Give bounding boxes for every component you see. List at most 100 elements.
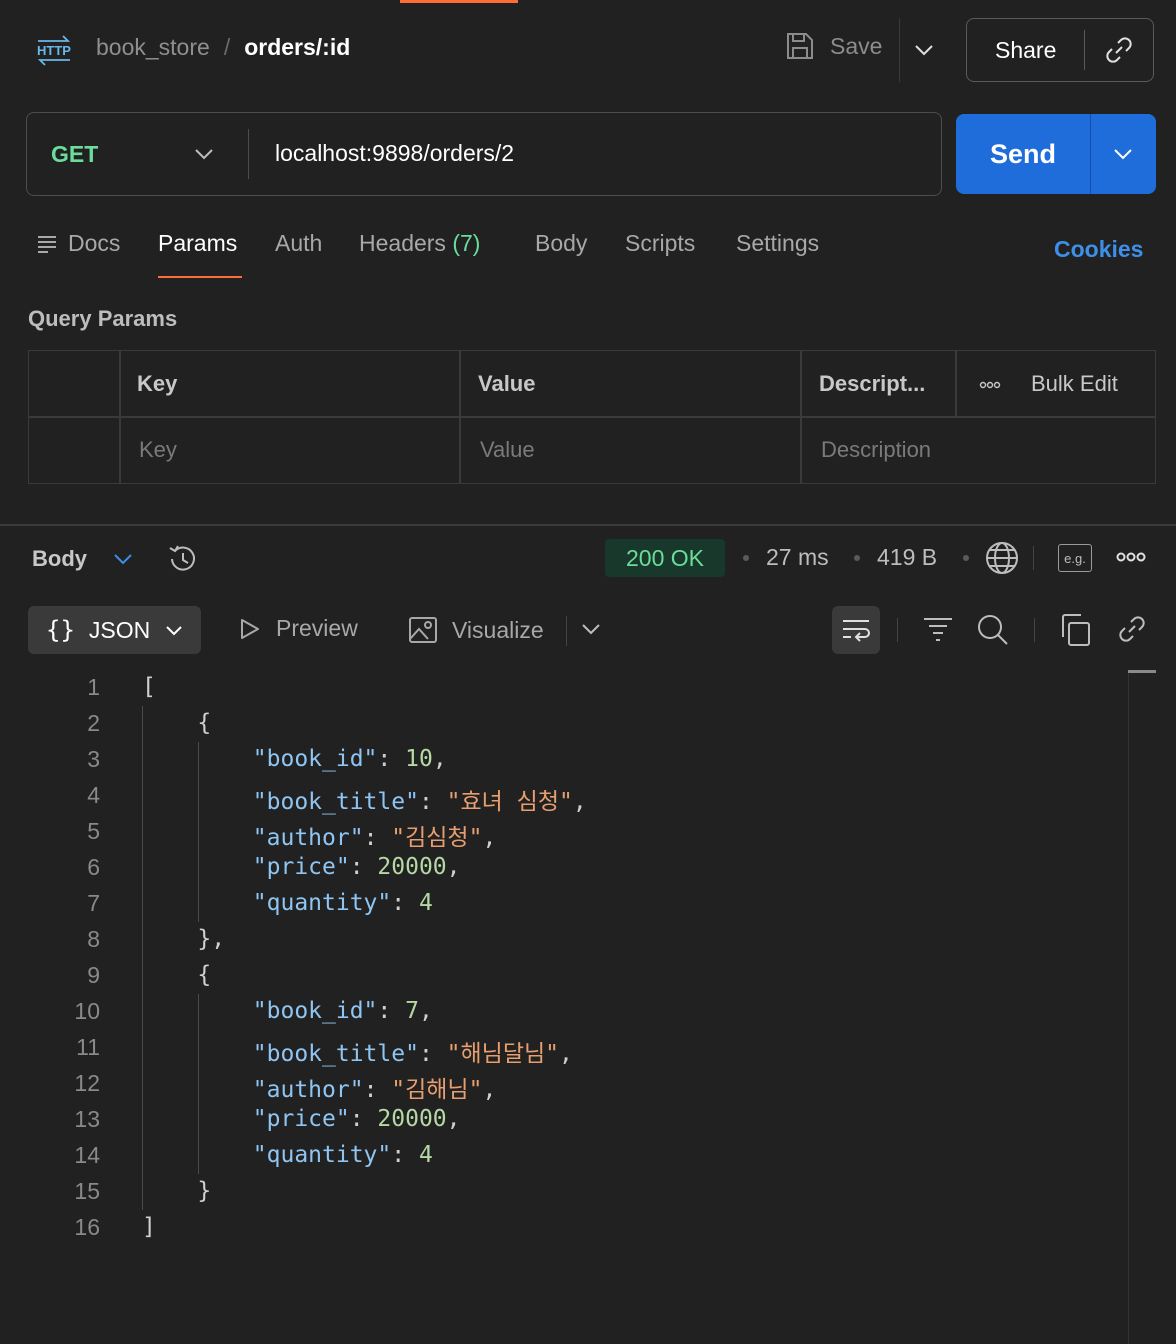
headers-count-badge: (7): [452, 230, 481, 256]
line-number: 13: [74, 1106, 100, 1132]
bulk-edit-button[interactable]: Bulk Edit: [1031, 371, 1118, 397]
chevron-down-icon[interactable]: [912, 38, 936, 62]
chevron-down-icon[interactable]: [193, 143, 215, 165]
method-select[interactable]: GET: [51, 141, 98, 168]
code-line: 7 "quantity": 4: [0, 886, 1100, 922]
filter-icon[interactable]: [922, 613, 954, 645]
line-number: 4: [87, 782, 100, 808]
code-text: "book_id": 10,: [252, 746, 447, 772]
breadcrumb: book_store / orders/:id: [96, 34, 350, 61]
link-icon[interactable]: [1116, 613, 1148, 645]
tab-docs[interactable]: Docs: [36, 230, 120, 257]
globe-icon[interactable]: [984, 540, 1020, 576]
search-icon[interactable]: [976, 613, 1010, 647]
code-text: },: [142, 926, 226, 952]
breadcrumb-separator: /: [223, 34, 231, 60]
share-button[interactable]: Share: [966, 18, 1154, 82]
response-body-label[interactable]: Body: [32, 546, 87, 572]
save-divider: [899, 18, 900, 82]
code-line: 11 "book_title": "해님달님",: [0, 1030, 1100, 1067]
tab-auth[interactable]: Auth: [275, 230, 322, 257]
code-line: 10 "book_id": 7,: [0, 994, 1100, 1030]
response-time[interactable]: 27 ms: [766, 544, 829, 571]
query-params-title: Query Params: [28, 306, 178, 331]
breadcrumb-request[interactable]: orders/:id: [244, 34, 350, 61]
line-number: 10: [74, 998, 100, 1024]
copy-icon[interactable]: [1060, 613, 1092, 647]
code-text: "book_title": "효녀 심청",: [252, 789, 587, 815]
tab-params[interactable]: Params: [158, 230, 237, 257]
toolbar-divider: [1033, 546, 1034, 570]
code-line: 15 }: [0, 1174, 1100, 1210]
copy-link-button[interactable]: [1085, 34, 1153, 66]
save-icon: [787, 33, 813, 59]
param-description-input[interactable]: Description: [821, 437, 931, 463]
play-icon: [241, 618, 259, 639]
table-divider: [955, 351, 957, 416]
code-line: 4 "book_title": "효녀 심청",: [0, 778, 1100, 815]
response-divider: [0, 524, 1176, 526]
table-divider: [459, 351, 461, 483]
code-line: 13 "price": 20000,: [0, 1102, 1100, 1138]
format-label: JSON: [88, 616, 151, 643]
code-text: {: [142, 962, 212, 988]
query-params-table: Key Value Descript... Bulk Edit Key Valu…: [28, 350, 1156, 484]
visualize-button[interactable]: Visualize: [408, 615, 544, 645]
request-url-bar: GET localhost:9898/orders/2: [26, 112, 942, 196]
url-input[interactable]: localhost:9898/orders/2: [275, 140, 514, 167]
chevron-down-icon[interactable]: [112, 548, 134, 570]
code-text: "quantity": 4: [252, 890, 433, 916]
column-header-key: Key: [137, 371, 178, 396]
tab-settings[interactable]: Settings: [736, 230, 819, 257]
code-text: "book_id": 7,: [252, 998, 433, 1024]
preview-label: Preview: [276, 615, 358, 641]
send-options-button[interactable]: [1091, 143, 1155, 165]
preview-button[interactable]: Preview: [236, 615, 358, 642]
table-divider: [119, 351, 121, 483]
save-button[interactable]: Save: [784, 30, 882, 62]
code-line: 9 {: [0, 958, 1100, 994]
scrollbar-track[interactable]: [1128, 672, 1129, 1344]
toolbar-divider: [1034, 618, 1035, 642]
tab-headers[interactable]: Headers (7): [359, 230, 480, 257]
code-line: 2 {: [0, 706, 1100, 742]
more-icon[interactable]: [1116, 550, 1146, 564]
response-size[interactable]: 419 B: [877, 544, 937, 571]
table-divider: [29, 416, 1155, 418]
status-badge[interactable]: 200 OK: [605, 539, 725, 577]
breadcrumb-collection[interactable]: book_store: [96, 34, 210, 61]
chevron-down-icon[interactable]: [580, 618, 602, 640]
method-divider: [248, 129, 249, 179]
image-icon: [409, 617, 437, 643]
line-number: 6: [87, 854, 100, 880]
code-text: }: [142, 1178, 212, 1204]
tab-scripts[interactable]: Scripts: [625, 230, 695, 257]
line-number: 1: [87, 674, 100, 700]
separator-dot: [743, 555, 749, 561]
wrap-lines-button[interactable]: [832, 606, 880, 654]
braces-icon: {}: [46, 616, 75, 644]
history-icon[interactable]: [166, 542, 200, 576]
indent-guide: [198, 742, 199, 922]
format-select[interactable]: {} JSON: [28, 606, 201, 654]
line-number: 12: [74, 1070, 100, 1096]
cookies-link[interactable]: Cookies: [1054, 236, 1143, 263]
line-number: 2: [87, 710, 100, 736]
wrap-lines-icon: [843, 620, 870, 642]
table-divider: [800, 351, 802, 483]
code-text: "price": 20000,: [252, 854, 461, 880]
param-value-input[interactable]: Value: [480, 437, 535, 463]
indent-guide: [142, 706, 143, 1210]
send-button[interactable]: Send: [956, 114, 1156, 194]
save-example-button[interactable]: e.g.: [1058, 544, 1092, 572]
more-icon[interactable]: [979, 381, 1001, 389]
code-text: "quantity": 4: [252, 1142, 433, 1168]
code-text: "book_title": "해님달님",: [252, 1041, 573, 1067]
code-text: [: [142, 674, 156, 700]
code-text: "author": "김심청",: [252, 825, 497, 851]
code-line: 6 "price": 20000,: [0, 850, 1100, 886]
line-number: 14: [74, 1142, 100, 1168]
tab-body[interactable]: Body: [535, 230, 587, 257]
scrollbar-thumb[interactable]: [1128, 670, 1156, 673]
param-key-input[interactable]: Key: [139, 437, 177, 463]
